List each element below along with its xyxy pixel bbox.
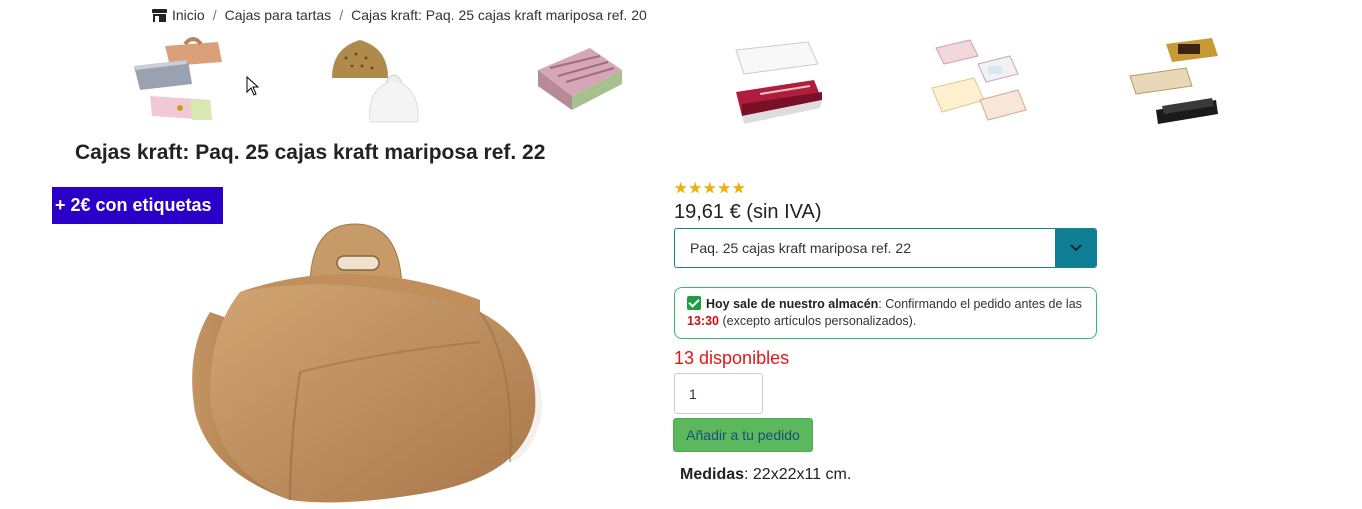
breadcrumb-separator: / [339,7,344,23]
thumb-red-pastry-tray[interactable] [730,34,830,126]
kraft-butterfly-box-image [192,223,542,503]
product-title: Cajas kraft: Paq. 25 cajas kraft maripos… [75,141,546,164]
butterfly-box-image [332,40,419,123]
pastry-tray-image [735,41,822,124]
shipping-notice: Hoy sale de nuestro almacén: Confirmando… [674,287,1097,339]
thumbnail-strip [0,30,1362,130]
breadcrumb-current: Cajas kraft: Paq. 25 cajas kraft maripos… [351,7,647,23]
breadcrumb-home[interactable]: Inicio [172,7,205,23]
shipping-strong: Hoy sale de nuestro almacén [706,297,879,311]
mouse-cursor-icon [246,76,260,96]
variant-select-toggle[interactable] [1055,229,1096,267]
star-icon: ★ [674,180,688,197]
chevron-down-icon [1069,244,1082,252]
product-measures: Medidas: 22x22x11 cm. [680,466,851,484]
star-icon: ★ [703,180,717,197]
stock-availability: 13 disponibles [674,348,790,368]
star-icon: ★ [717,180,731,197]
product-price: 19,61 € (sin IVA) [674,201,822,223]
shipping-time: 13:30 [687,314,719,328]
thumb-butterfly-boxes[interactable] [328,34,428,126]
variant-select[interactable]: Paq. 25 cajas kraft mariposa ref. 22 [674,228,1097,268]
breadcrumb: Inicio / Cajas para tartas / Cajas kraft… [152,7,647,23]
printed-box-image [538,48,622,110]
shop-icon [152,8,167,22]
product-image[interactable] [180,222,560,509]
shipping-text-after: (excepto artículos personalizados). [718,314,917,328]
add-to-order-button[interactable]: Añadir a tu pedido [673,418,813,452]
quantity-input[interactable] [674,373,763,414]
star-icon: ★ [732,180,746,197]
gold-tray-image [1129,38,1218,124]
box-assortment-image [134,37,222,120]
label-promo-badge: + 2€ con etiquetas [52,187,223,224]
window-box-image [931,39,1027,121]
measures-value: : 22x22x11 cm. [744,466,852,483]
breadcrumb-category[interactable]: Cajas para tartas [225,7,332,23]
thumb-window-boxes[interactable] [930,34,1030,126]
shipping-text: : Confirmando el pedido antes de las [878,297,1082,311]
breadcrumb-separator: / [212,7,217,23]
check-icon [687,296,701,310]
measures-label: Medidas [680,466,745,483]
thumb-assorted-boxes[interactable] [130,34,230,126]
thumb-printed-cake-box[interactable] [530,34,630,126]
rating-stars: ★ ★ ★ ★ ★ [674,181,747,196]
variant-selected-value: Paq. 25 cajas kraft mariposa ref. 22 [690,240,911,256]
star-icon: ★ [688,180,702,197]
thumb-gold-black-trays[interactable] [1126,34,1226,126]
